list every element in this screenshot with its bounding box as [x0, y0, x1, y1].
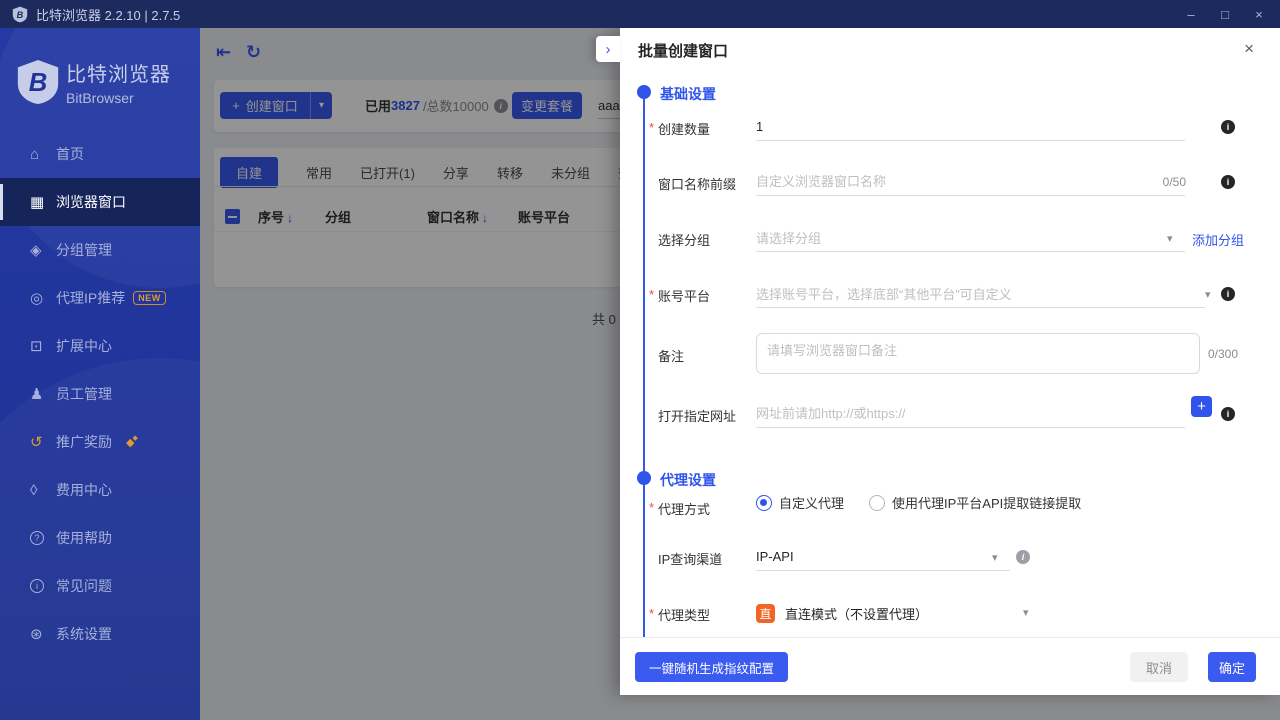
- svg-text:B: B: [29, 69, 48, 97]
- sidebar-item-promotion-rewards[interactable]: ↺ 推广奖励 ◆◆: [0, 418, 200, 466]
- platform-select[interactable]: 选择账号平台，选择底部“其他平台”可自定义: [756, 280, 1205, 308]
- extension-box-icon: ⊡: [30, 338, 43, 355]
- sidebar-item-help[interactable]: ? 使用帮助: [0, 514, 200, 562]
- url-label: 打开指定网址: [658, 409, 737, 424]
- home-icon: ⌂: [30, 145, 40, 163]
- section-dot-basic: [637, 85, 651, 99]
- proxy-type-select[interactable]: 直 直连模式（不设置代理）: [756, 599, 1046, 627]
- drawer-close-icon[interactable]: ×: [1244, 40, 1254, 57]
- svg-text:B: B: [17, 9, 24, 19]
- chevron-down-icon[interactable]: ▾: [1023, 606, 1029, 619]
- field-row-proxy-type: * 代理类型 直 直连模式（不设置代理） ▾: [620, 599, 1280, 627]
- field-row-name-prefix: 窗口名称前缀 0/50 i: [620, 168, 1280, 196]
- platform-info-icon[interactable]: i: [1221, 287, 1235, 301]
- count-input[interactable]: [756, 119, 1185, 134]
- drawer-collapse-button[interactable]: ›: [596, 36, 620, 62]
- remark-counter: 0/300: [1208, 347, 1239, 361]
- proxy-type-label: 代理类型: [658, 608, 711, 623]
- url-input-wrap: [756, 400, 1185, 428]
- name-prefix-label: 窗口名称前缀: [658, 177, 737, 192]
- add-url-button[interactable]: +: [1191, 396, 1212, 417]
- sidebar-item-system-settings[interactable]: ⊛ 系统设置: [0, 610, 200, 658]
- section-proxy-title: 代理设置: [660, 472, 716, 488]
- proxy-method-label: 代理方式: [658, 502, 711, 517]
- browser-windows-icon: ▦: [30, 194, 45, 211]
- remark-textarea-wrap: [756, 333, 1200, 374]
- generate-fingerprint-button[interactable]: 一键随机生成指纹配置: [635, 652, 789, 682]
- reward-cycle-icon: ↺: [30, 434, 43, 451]
- brand-logo-icon: B: [17, 60, 59, 104]
- group-select[interactable]: 请选择分组: [756, 224, 1185, 252]
- platform-label: 账号平台: [658, 289, 711, 304]
- radio-custom-proxy[interactable]: [756, 494, 772, 511]
- sidebar-item-staff-management[interactable]: ♟ 员工管理: [0, 370, 200, 418]
- field-row-remark: 备注 0/300: [620, 333, 1280, 374]
- app-logo-icon: B: [12, 6, 28, 22]
- ip-channel-select[interactable]: IP-API: [756, 543, 1010, 571]
- brand-block: B 比特浏览器 BitBrowser: [16, 58, 171, 106]
- info-icon: i: [30, 579, 44, 593]
- name-prefix-info-icon[interactable]: i: [1221, 175, 1235, 189]
- ip-channel-label: IP查询渠道: [658, 552, 723, 567]
- sparkle-icon: ◆◆: [126, 434, 138, 449]
- drawer-title: 批量创建窗口: [638, 43, 729, 60]
- section-basic-title: 基础设置: [660, 86, 716, 102]
- sidebar-item-billing-center[interactable]: ◊ 费用中心: [0, 466, 200, 514]
- radio-api-proxy-label[interactable]: 使用代理IP平台API提取链接提取: [892, 493, 1081, 512]
- person-icon: ♟: [30, 386, 44, 403]
- sidebar-item-browser-windows[interactable]: ▦ 浏览器窗口: [0, 178, 200, 226]
- sidebar-item-faq[interactable]: i 常见问题: [0, 562, 200, 610]
- radio-api-proxy[interactable]: [869, 494, 886, 511]
- cancel-button[interactable]: 取消: [1130, 652, 1188, 682]
- close-window-button[interactable]: ×: [1252, 7, 1266, 22]
- direct-mode-badge: 直: [756, 603, 775, 623]
- name-prefix-counter: 0/50: [1162, 175, 1186, 189]
- chevron-down-icon[interactable]: ▾: [992, 551, 998, 564]
- add-group-link[interactable]: 添加分组: [1192, 230, 1244, 249]
- ip-channel-info-icon[interactable]: i: [1016, 550, 1030, 564]
- url-info-icon[interactable]: i: [1221, 407, 1235, 421]
- field-row-group: 选择分组 请选择分组 ▾ 添加分组: [620, 224, 1280, 252]
- minimize-button[interactable]: –: [1184, 7, 1198, 22]
- field-row-proxy-method: * 代理方式 自定义代理 使用代理IP平台API提取链接提取: [620, 493, 1280, 521]
- remark-label: 备注: [658, 349, 685, 364]
- chevron-down-icon[interactable]: ▾: [1205, 288, 1211, 301]
- name-prefix-input[interactable]: [756, 174, 1185, 189]
- shield-icon: ◊: [30, 481, 38, 499]
- maximize-button[interactable]: □: [1218, 7, 1232, 22]
- sidebar-item-home[interactable]: ⌂ 首页: [0, 130, 200, 178]
- window-title: 比特浏览器 2.2.10 | 2.7.5: [36, 7, 181, 23]
- sidebar-item-extension-center[interactable]: ⊡ 扩展中心: [0, 322, 200, 370]
- radio-custom-proxy-label[interactable]: 自定义代理: [779, 493, 844, 512]
- confirm-button[interactable]: 确定: [1208, 652, 1256, 682]
- sidebar-item-group-management[interactable]: ◈ 分组管理: [0, 226, 200, 274]
- sidebar-menu: ⌂ 首页 ▦ 浏览器窗口 ◈ 分组管理 ◎ 代理IP推荐 NEW ⊡ 扩展中心 …: [0, 130, 200, 658]
- gear-icon: ⊛: [30, 626, 43, 643]
- field-row-platform: * 账号平台 选择账号平台，选择底部“其他平台”可自定义 ▾ i: [620, 280, 1280, 308]
- drawer-footer: 一键随机生成指纹配置 取消 确定: [620, 637, 1280, 695]
- name-prefix-input-wrap: [756, 168, 1185, 196]
- new-badge: NEW: [133, 291, 166, 305]
- group-label: 选择分组: [658, 233, 711, 248]
- sidebar-item-proxy-ip[interactable]: ◎ 代理IP推荐 NEW: [0, 274, 200, 322]
- section-dot-proxy: [637, 471, 651, 485]
- field-row-count: * 创建数量 i: [620, 113, 1280, 141]
- batch-create-drawer: › 批量创建窗口 × 基础设置 * 创建数量 i 窗口名称前缀 0/50 i 选…: [596, 28, 1280, 695]
- count-info-icon[interactable]: i: [1221, 120, 1235, 134]
- remark-textarea[interactable]: [767, 340, 1189, 367]
- brand-name-cn: 比特浏览器: [66, 64, 171, 86]
- chevron-down-icon[interactable]: ▾: [1167, 232, 1173, 245]
- titlebar: B 比特浏览器 2.2.10 | 2.7.5 – □ ×: [0, 0, 1280, 28]
- brand-name-en: BitBrowser: [66, 90, 134, 106]
- count-input-wrap: [756, 113, 1185, 141]
- location-pin-icon: ◎: [30, 290, 44, 307]
- layers-icon: ◈: [30, 242, 42, 259]
- field-row-url: 打开指定网址 + i: [620, 396, 1280, 428]
- field-row-ip-channel: IP查询渠道 IP-API ▾ i: [620, 543, 1280, 571]
- count-label: 创建数量: [658, 122, 711, 137]
- question-icon: ?: [30, 531, 44, 545]
- sidebar: B 比特浏览器 BitBrowser ⌂ 首页 ▦ 浏览器窗口 ◈ 分组管理 ◎…: [0, 28, 200, 720]
- chevron-right-icon: ›: [605, 40, 611, 58]
- url-input[interactable]: [756, 406, 1185, 421]
